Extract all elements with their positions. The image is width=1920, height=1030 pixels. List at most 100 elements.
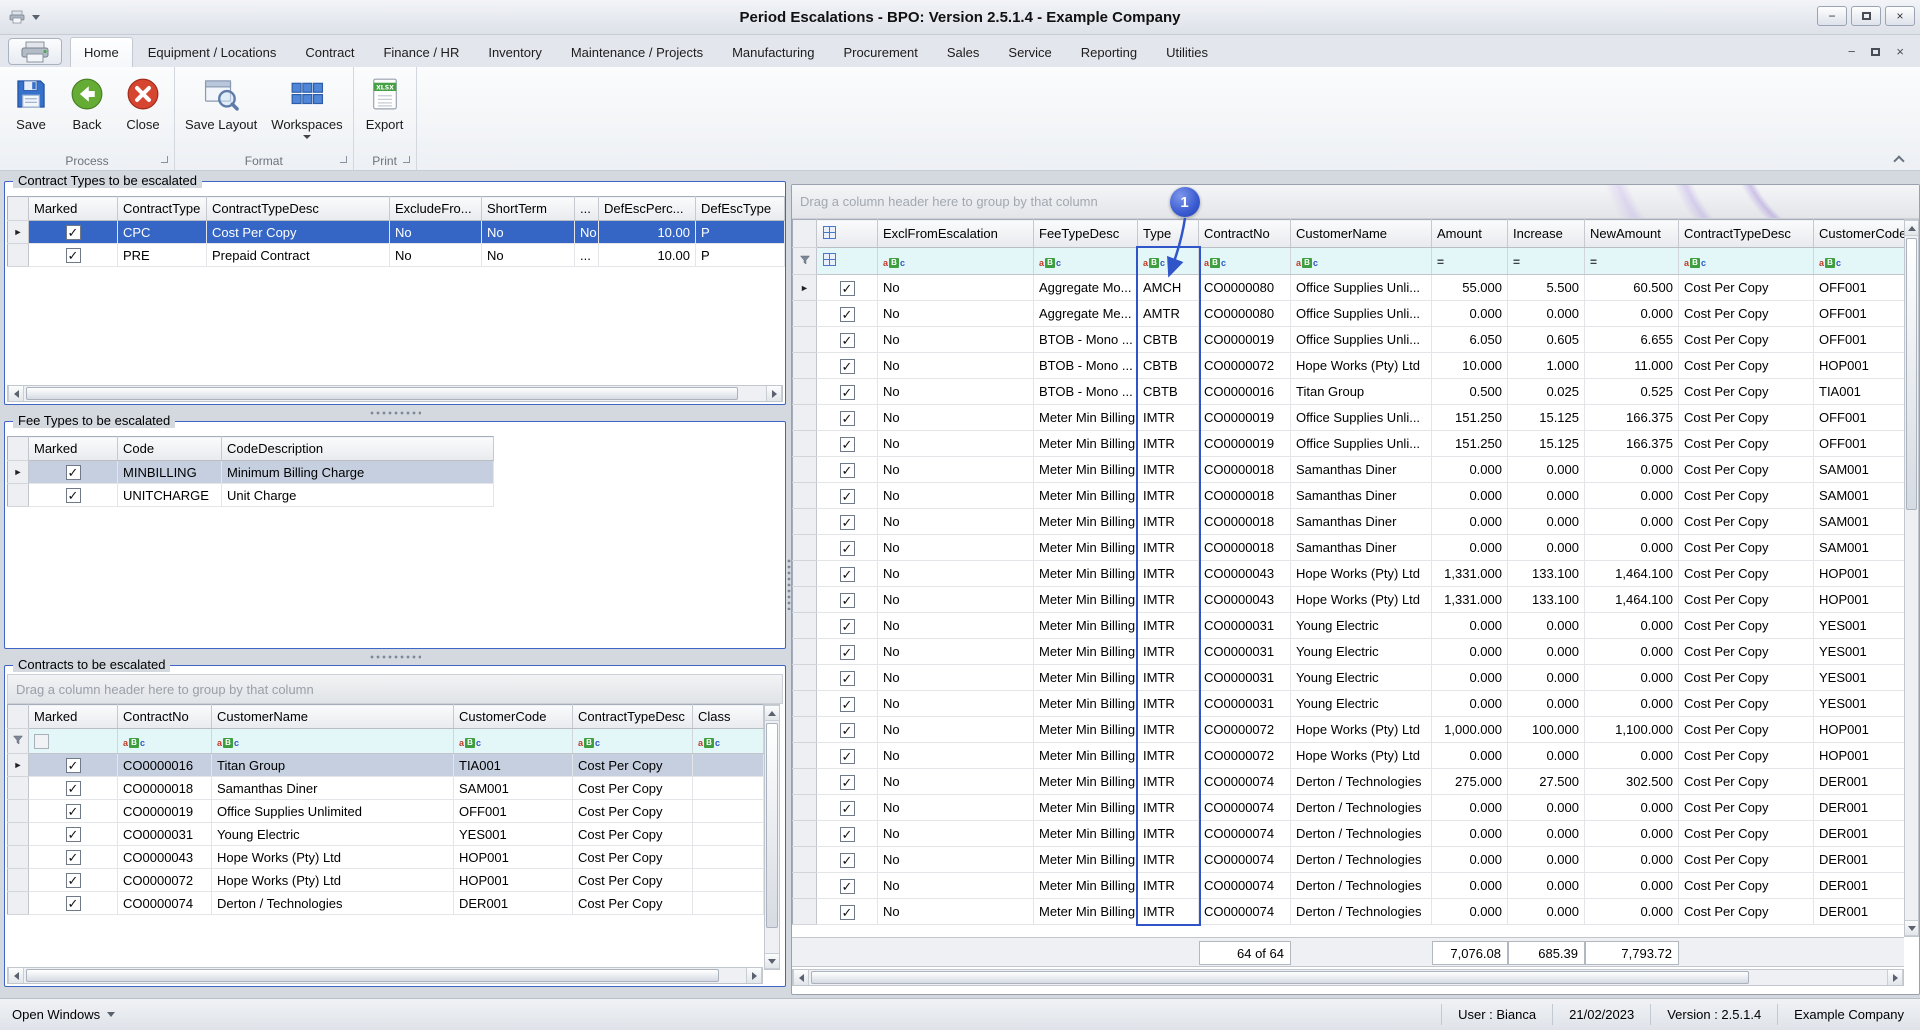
- main-grid-row-18[interactable]: ✓NoMeter Min BillingIMTRCO0000072Hope Wo…: [793, 743, 1905, 769]
- contract-types-grid-header-col[interactable]: ...: [575, 197, 599, 221]
- checkbox[interactable]: ✓: [840, 489, 855, 504]
- main-grid-filter-increase[interactable]: =: [1508, 248, 1585, 275]
- main-grid-groupby-bar[interactable]: Drag a column header here to group by th…: [792, 185, 1919, 219]
- checkbox[interactable]: ✓: [840, 593, 855, 608]
- scroll-right-button[interactable]: [766, 386, 782, 401]
- fee-types-grid-header-code[interactable]: Code: [118, 437, 222, 461]
- checkbox[interactable]: ✓: [66, 781, 81, 796]
- main-grid-row-23[interactable]: ✓NoMeter Min BillingIMTRCO0000074Derton …: [793, 873, 1905, 899]
- main-grid-row-11[interactable]: ✓NoMeter Min BillingIMTRCO0000043Hope Wo…: [793, 561, 1905, 587]
- tab-sales[interactable]: Sales: [933, 37, 994, 67]
- mdi-close-button[interactable]: ×: [1896, 44, 1904, 59]
- checkbox[interactable]: ✓: [840, 645, 855, 660]
- scroll-left-button[interactable]: [8, 386, 24, 401]
- main-grid-row-14[interactable]: ✓NoMeter Min BillingIMTRCO0000031Young E…: [793, 639, 1905, 665]
- close-button[interactable]: ×: [1885, 6, 1915, 26]
- checkbox[interactable]: ✓: [840, 827, 855, 842]
- main-grid-row-7[interactable]: ✓NoMeter Min BillingIMTRCO0000018Samanth…: [793, 457, 1905, 483]
- main-grid-filter-amount[interactable]: =: [1432, 248, 1508, 275]
- scroll-up-button[interactable]: [765, 705, 779, 721]
- checkbox[interactable]: ✓: [840, 671, 855, 686]
- main-grid-vscrollbar[interactable]: [1904, 219, 1919, 937]
- checkbox[interactable]: ✓: [66, 225, 81, 240]
- ribbon-collapse-icon[interactable]: [1890, 151, 1908, 167]
- main-grid-filter-contracttypedesc[interactable]: aBc: [1679, 248, 1814, 275]
- tab-procurement[interactable]: Procurement: [829, 37, 931, 67]
- dialog-launcher-icon[interactable]: [340, 156, 347, 163]
- main-grid-filter-customercode[interactable]: aBc: [1814, 248, 1905, 275]
- contracts-grid-row-3[interactable]: ✓CO0000031Young ElectricYES001Cost Per C…: [8, 823, 764, 846]
- main-grid-row-4[interactable]: ✓NoBTOB - Mono ...CBTBCO0000016Titan Gro…: [793, 379, 1905, 405]
- mdi-minimize-button[interactable]: −: [1848, 44, 1856, 59]
- contract-types-grid-header-defesctype[interactable]: DefEscType: [696, 197, 785, 221]
- quick-access-dropdown-icon[interactable]: [32, 15, 40, 20]
- checkbox[interactable]: ✓: [840, 359, 855, 374]
- fee-types-grid-header-codedescription[interactable]: CodeDescription: [222, 437, 494, 461]
- main-grid-row-19[interactable]: ✓NoMeter Min BillingIMTRCO0000074Derton …: [793, 769, 1905, 795]
- save-button[interactable]: Save: [4, 70, 58, 134]
- scrollbar-track[interactable]: [24, 386, 766, 401]
- scrollbar-thumb[interactable]: [1906, 238, 1917, 510]
- fee-types-grid-header-marked[interactable]: Marked: [29, 437, 118, 461]
- tab-reporting[interactable]: Reporting: [1067, 37, 1151, 67]
- contracts-grid-filter-customername[interactable]: aBc: [212, 729, 454, 754]
- tab-equipment-locations[interactable]: Equipment / Locations: [134, 37, 291, 67]
- checkbox[interactable]: ✓: [66, 465, 81, 480]
- scroll-right-button[interactable]: [746, 968, 762, 983]
- scrollbar-thumb[interactable]: [766, 723, 778, 928]
- checkbox[interactable]: ✓: [840, 541, 855, 556]
- tab-home[interactable]: Home: [70, 37, 133, 67]
- main-grid-filter-exclfromescalation[interactable]: aBc: [878, 248, 1034, 275]
- main-grid-header-contractno[interactable]: ContractNo: [1199, 220, 1291, 248]
- checkbox[interactable]: ✓: [840, 853, 855, 868]
- contract-types-grid-header-shortterm[interactable]: ShortTerm: [482, 197, 575, 221]
- restore-button[interactable]: [1851, 6, 1881, 26]
- checkbox[interactable]: ✓: [840, 437, 855, 452]
- checkbox[interactable]: ✓: [66, 850, 81, 865]
- contracts-grid-header-customername[interactable]: CustomerName: [212, 705, 454, 729]
- main-grid-row-9[interactable]: ✓NoMeter Min BillingIMTRCO0000018Samanth…: [793, 509, 1905, 535]
- workspaces-button[interactable]: Workspaces: [265, 70, 348, 141]
- main-grid-row-13[interactable]: ✓NoMeter Min BillingIMTRCO0000031Young E…: [793, 613, 1905, 639]
- main-grid-header-customername[interactable]: CustomerName: [1291, 220, 1432, 248]
- contract-types-grid-row-1[interactable]: ✓PREPrepaid ContractNoNo...10.00P: [8, 244, 785, 267]
- main-grid-header-feetypedesc[interactable]: FeeTypeDesc: [1034, 220, 1138, 248]
- contract-types-grid-row-0[interactable]: ►✓CPCCost Per CopyNoNoNo10.00P: [8, 221, 785, 244]
- tab-manufacturing[interactable]: Manufacturing: [718, 37, 828, 67]
- main-grid-header-exclfromescalation[interactable]: ExclFromEscalation: [878, 220, 1034, 248]
- checkbox[interactable]: ✓: [840, 879, 855, 894]
- scroll-up-button[interactable]: [1905, 220, 1918, 236]
- mdi-restore-button[interactable]: [1871, 44, 1880, 59]
- checkbox[interactable]: ✓: [840, 411, 855, 426]
- checkbox[interactable]: ✓: [66, 758, 81, 773]
- main-grid-header-check[interactable]: [817, 220, 878, 248]
- main-grid-header-increase[interactable]: Increase: [1508, 220, 1585, 248]
- back-button[interactable]: Back: [60, 70, 114, 134]
- main-grid-row-3[interactable]: ✓NoBTOB - Mono ...CBTBCO0000072Hope Work…: [793, 353, 1905, 379]
- checkbox[interactable]: ✓: [840, 463, 855, 478]
- main-grid-header-newamount[interactable]: NewAmount: [1585, 220, 1679, 248]
- checkbox[interactable]: ✓: [840, 775, 855, 790]
- checkbox[interactable]: ✓: [840, 697, 855, 712]
- tab-utilities[interactable]: Utilities: [1152, 37, 1222, 67]
- main-grid-row-10[interactable]: ✓NoMeter Min BillingIMTRCO0000018Samanth…: [793, 535, 1905, 561]
- checkbox[interactable]: ✓: [840, 801, 855, 816]
- checkbox[interactable]: ✓: [66, 873, 81, 888]
- main-grid-filter-type[interactable]: aBc: [1138, 248, 1199, 275]
- main-grid-row-15[interactable]: ✓NoMeter Min BillingIMTRCO0000031Young E…: [793, 665, 1905, 691]
- main-grid-row-20[interactable]: ✓NoMeter Min BillingIMTRCO0000074Derton …: [793, 795, 1905, 821]
- contract-types-grid-header-excludefro[interactable]: ExcludeFro...: [390, 197, 482, 221]
- close-button[interactable]: Close: [116, 70, 170, 134]
- main-grid-row-24[interactable]: ✓NoMeter Min BillingIMTRCO0000074Derton …: [793, 899, 1905, 925]
- fee-types-grid-row-1[interactable]: ✓UNITCHARGEUnit Charge: [8, 484, 494, 507]
- contracts-grid-header-customercode[interactable]: CustomerCode: [454, 705, 573, 729]
- contracts-grid-filter-contracttypedesc[interactable]: aBc: [573, 729, 693, 754]
- scrollbar-track[interactable]: [24, 968, 746, 983]
- scroll-down-button[interactable]: [1905, 920, 1918, 936]
- checkbox[interactable]: ✓: [840, 749, 855, 764]
- checkbox[interactable]: ✓: [66, 827, 81, 842]
- contracts-grid-row-6[interactable]: ✓CO0000074Derton / TechnologiesDER001Cos…: [8, 892, 764, 915]
- contract-types-grid-header-contracttype[interactable]: ContractType: [118, 197, 207, 221]
- main-grid-filter-contractno[interactable]: aBc: [1199, 248, 1291, 275]
- scroll-down-button[interactable]: [765, 953, 779, 969]
